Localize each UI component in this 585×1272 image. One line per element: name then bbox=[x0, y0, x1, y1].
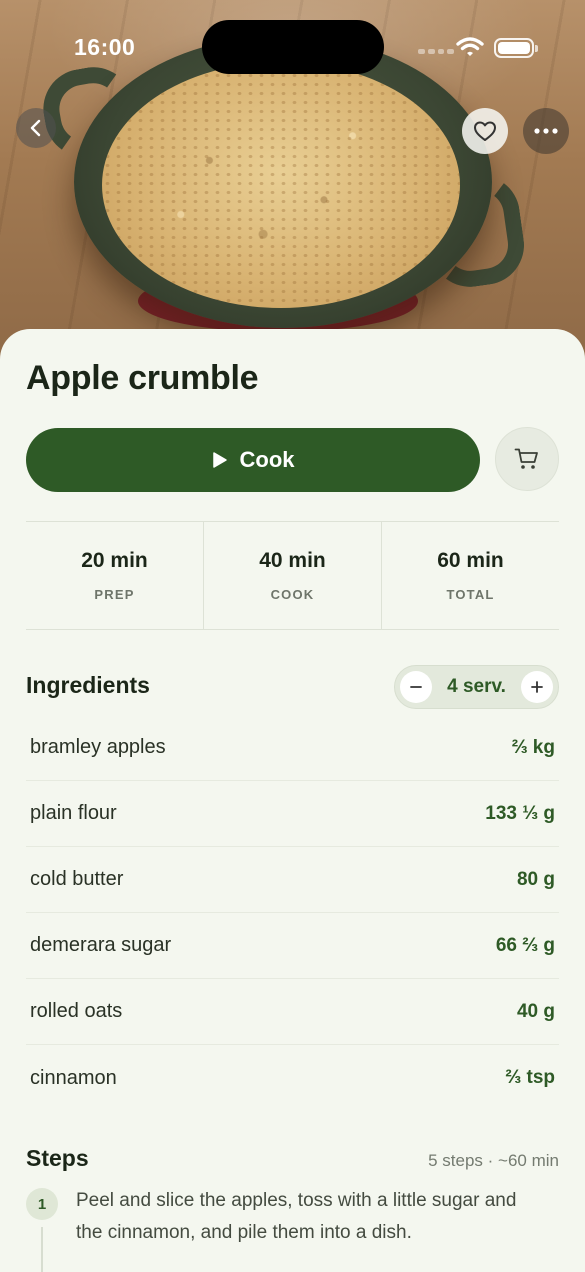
ingredient-quantity: ⅔ kg bbox=[511, 736, 555, 758]
ingredient-row: bramley apples ⅔ kg bbox=[26, 715, 559, 781]
ingredient-row: cold butter 80 g bbox=[26, 847, 559, 913]
steps-meta: 5 steps · ~60 min bbox=[428, 1151, 559, 1170]
ingredient-quantity: 40 g bbox=[516, 1000, 555, 1022]
wifi-icon bbox=[456, 37, 484, 56]
ingredient-row: demerara sugar 66 ⅔ g bbox=[26, 913, 559, 979]
more-dots-icon bbox=[534, 128, 558, 134]
time-label: COOK bbox=[270, 587, 315, 602]
ingredients-heading: Ingredients bbox=[26, 672, 150, 698]
favorite-button[interactable] bbox=[462, 108, 508, 154]
plus-icon bbox=[531, 681, 543, 693]
servings-stepper: 4 serv. bbox=[394, 665, 559, 709]
ingredient-list: bramley apples ⅔ kg plain flour 133 ⅓ g … bbox=[26, 715, 559, 1111]
minus-icon bbox=[410, 686, 422, 688]
ingredient-name: cinnamon bbox=[30, 1066, 117, 1089]
dynamic-island bbox=[202, 20, 384, 74]
time-value: 60 min bbox=[437, 549, 504, 572]
decrease-servings-button[interactable] bbox=[400, 671, 432, 703]
ingredient-name: cold butter bbox=[30, 868, 124, 890]
time-value: 20 min bbox=[81, 549, 148, 572]
ingredient-quantity: ⅔ tsp bbox=[505, 1067, 555, 1088]
ingredient-name: bramley apples bbox=[30, 736, 166, 758]
increase-servings-button[interactable] bbox=[521, 671, 553, 703]
ingredient-quantity: 80 g bbox=[516, 868, 555, 890]
ingredient-quantity: 133 ⅓ g bbox=[485, 802, 555, 824]
ingredient-name: demerara sugar bbox=[30, 934, 172, 956]
steps-heading: Steps bbox=[26, 1145, 89, 1171]
step-timeline bbox=[41, 1227, 43, 1272]
cook-time: 40 min COOK bbox=[203, 522, 381, 629]
time-label: TOTAL bbox=[446, 587, 495, 602]
back-chevron-icon bbox=[30, 119, 41, 137]
more-options-button[interactable] bbox=[523, 108, 569, 154]
back-button[interactable] bbox=[16, 108, 56, 148]
cellular-signal-icon bbox=[418, 49, 454, 55]
status-time: 16:00 bbox=[74, 34, 136, 60]
ingredient-row: plain flour 133 ⅓ g bbox=[26, 781, 559, 847]
play-icon bbox=[212, 452, 227, 468]
time-label: PREP bbox=[94, 587, 135, 602]
add-to-cart-button[interactable] bbox=[495, 427, 559, 491]
recipe-title: Apple crumble bbox=[26, 359, 259, 397]
ingredient-row: cinnamon ⅔ tsp bbox=[26, 1045, 559, 1111]
servings-value: 4 serv. bbox=[447, 676, 506, 697]
prep-time: 20 min PREP bbox=[26, 522, 203, 629]
ingredient-row: rolled oats 40 g bbox=[26, 979, 559, 1045]
ingredient-name: rolled oats bbox=[30, 1000, 123, 1022]
step-number-badge: 1 bbox=[26, 1188, 58, 1220]
total-time: 60 min TOTAL bbox=[381, 522, 559, 629]
time-value: 40 min bbox=[259, 549, 326, 572]
step-text: Peel and slice the apples, toss with a l… bbox=[76, 1190, 517, 1243]
cook-button-label: Cook bbox=[239, 447, 295, 472]
ingredient-name: plain flour bbox=[30, 802, 117, 824]
ingredient-quantity: 66 ⅔ g bbox=[495, 934, 555, 956]
battery-icon bbox=[494, 38, 538, 58]
heart-icon bbox=[474, 121, 496, 141]
recipe-sheet: Apple crumble Cook 20 min PREP 40 min CO… bbox=[0, 329, 585, 1272]
cart-icon bbox=[514, 448, 538, 469]
crumble-topping bbox=[102, 62, 460, 308]
time-summary: 20 min PREP 40 min COOK 60 min TOTAL bbox=[26, 521, 559, 630]
cook-button[interactable]: Cook bbox=[26, 428, 480, 492]
